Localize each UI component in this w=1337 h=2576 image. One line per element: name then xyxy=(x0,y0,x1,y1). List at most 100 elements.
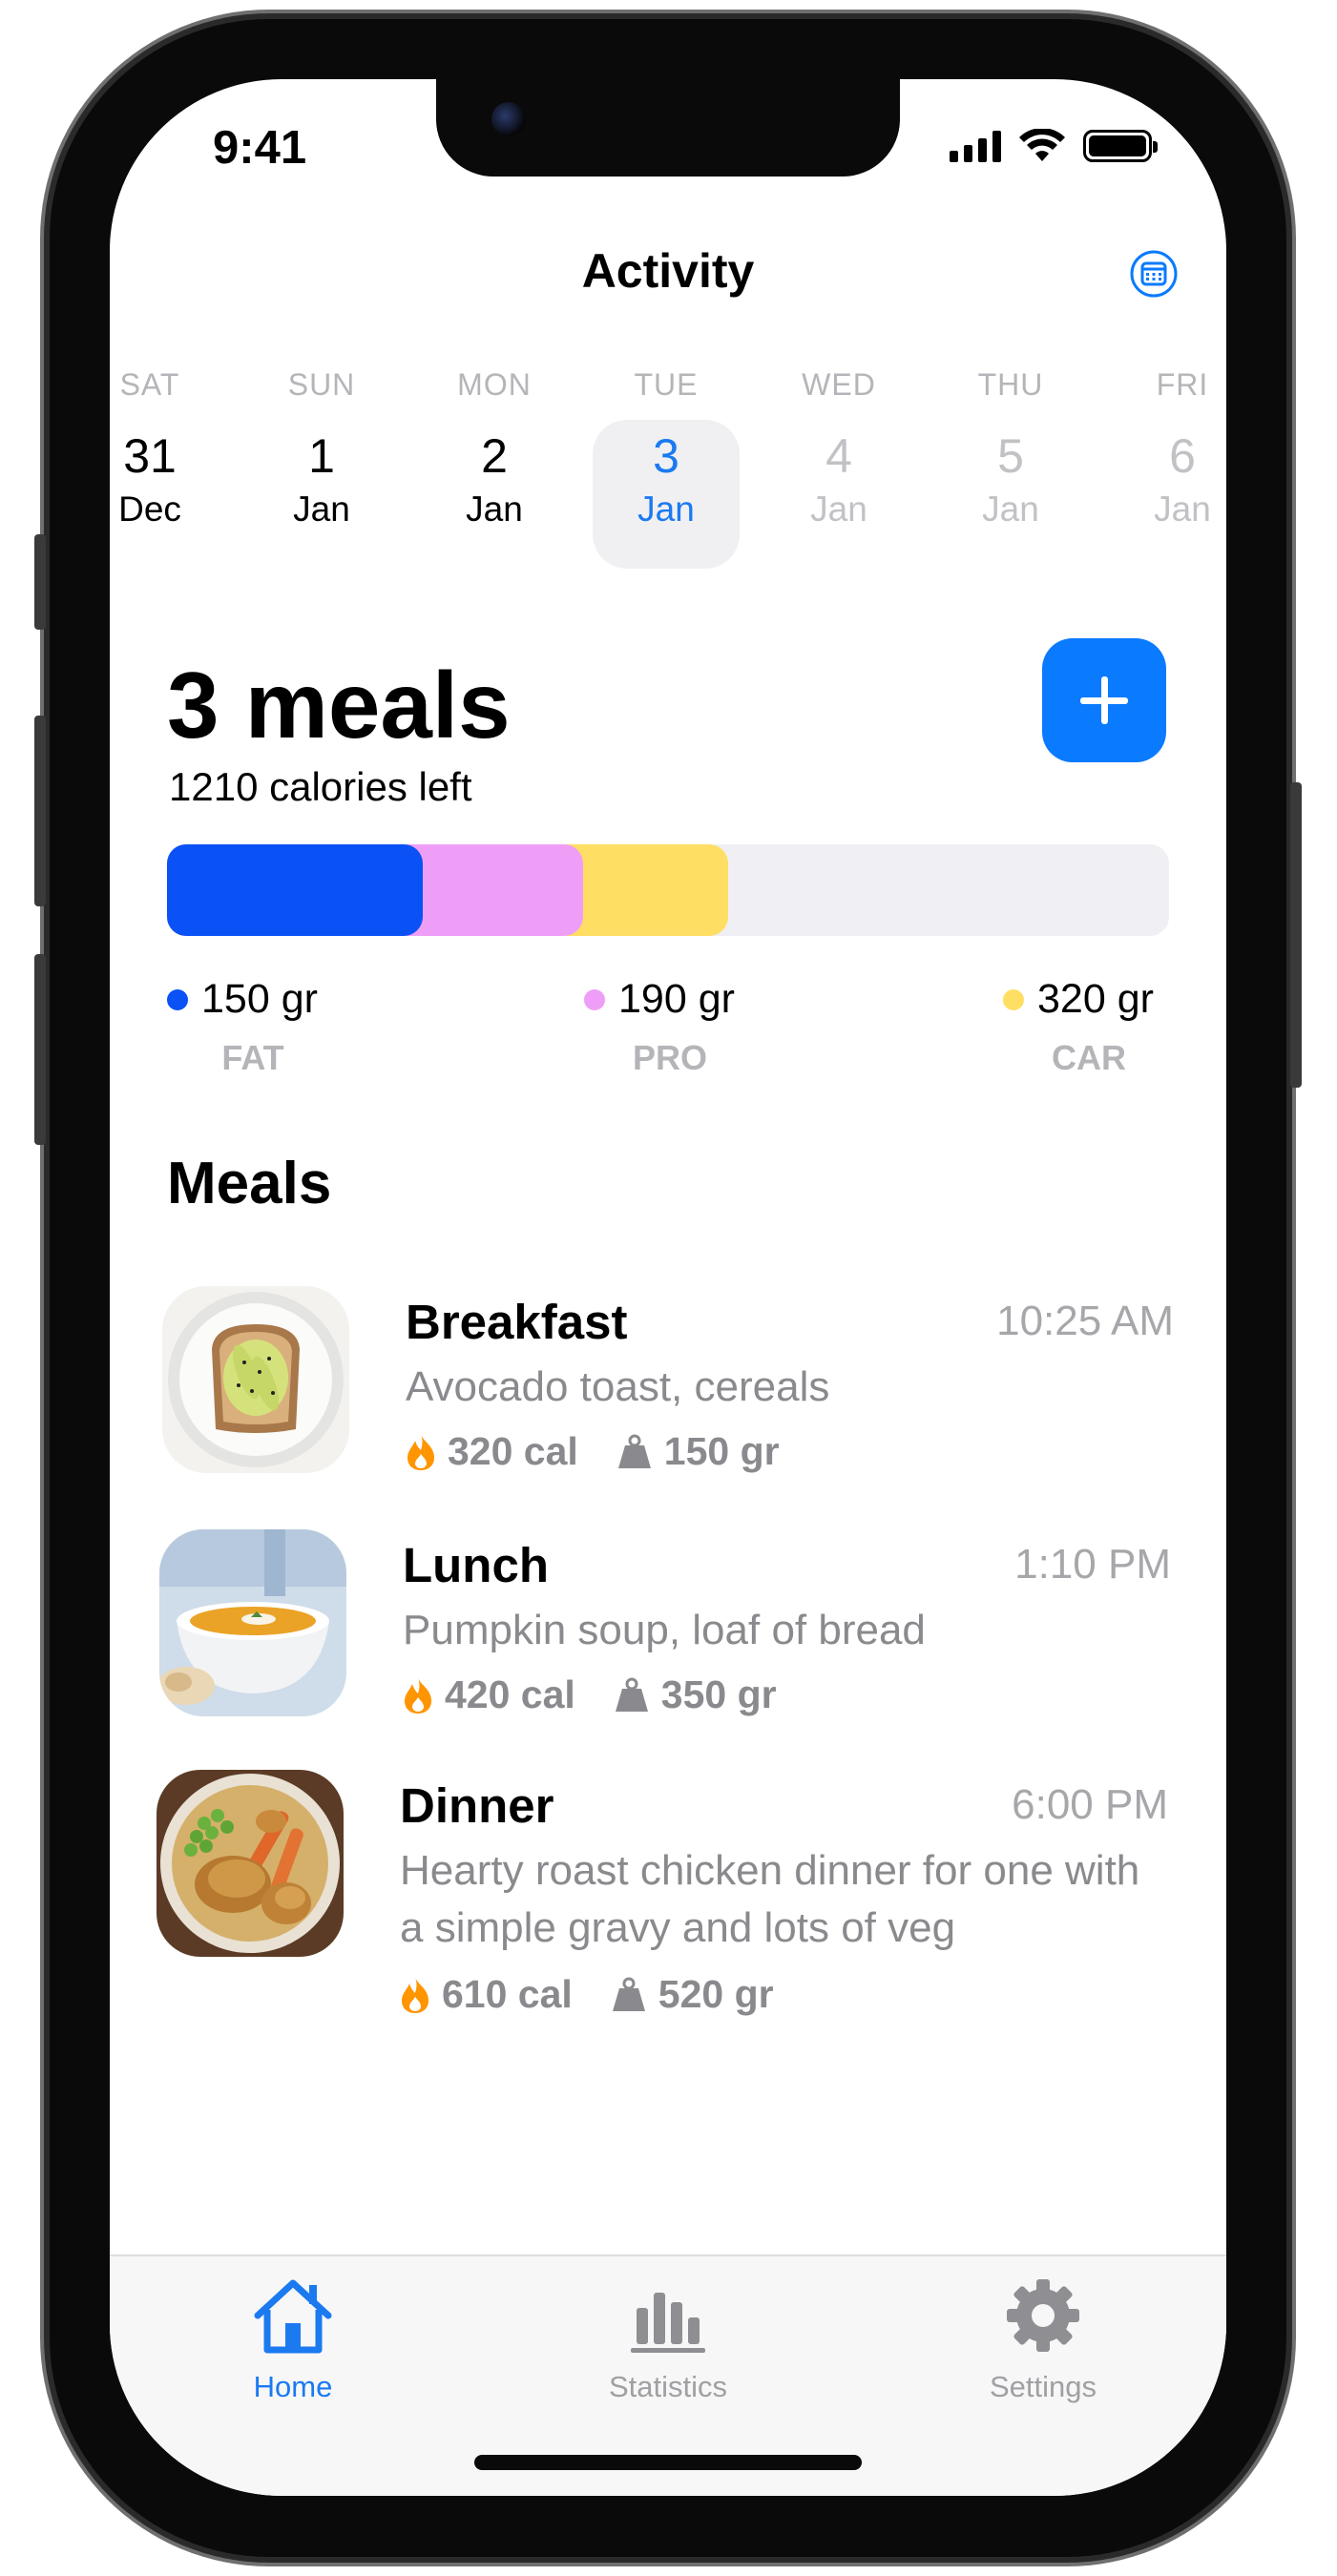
day-month: Jan xyxy=(637,489,695,529)
flame-icon xyxy=(405,1677,431,1714)
meal-breakfast[interactable]: Breakfast 10:25 AM Avocado toast, cereal… xyxy=(162,1286,1174,1515)
fat-dot xyxy=(167,988,188,1010)
protein-dot xyxy=(584,988,605,1010)
meal-lunch[interactable]: Lunch 1:10 PM Pumpkin soup, loaf of brea… xyxy=(159,1529,1171,1758)
meals-count: 3 meals xyxy=(167,653,511,758)
tab-home[interactable]: Home xyxy=(178,2275,407,2404)
day-of-week: SUN xyxy=(287,367,356,402)
day-of-week: FRI xyxy=(1156,367,1209,402)
flame-icon xyxy=(402,1977,428,2013)
day-number: 5 xyxy=(997,429,1024,483)
meal-calories: 320 cal xyxy=(448,1429,578,1473)
pumpkin-soup-photo xyxy=(159,1529,346,1716)
day-tue-selected[interactable]: TUE 3 Jan xyxy=(591,367,742,569)
weight-icon xyxy=(615,1677,648,1712)
macro-label: FAT xyxy=(221,1038,284,1077)
macro-value: 320 gr xyxy=(1037,976,1154,1022)
tab-label: Home xyxy=(253,2370,333,2403)
day-number: 3 xyxy=(653,429,679,483)
roast-chicken-photo xyxy=(157,1770,344,1957)
meal-stats: 420 cal 350 gr xyxy=(403,1672,815,1717)
calories-left: 1210 calories left xyxy=(169,764,472,809)
day-sun[interactable]: SUN 1 Jan xyxy=(246,367,397,529)
notch xyxy=(436,79,900,177)
macro-value: 190 gr xyxy=(618,976,735,1022)
tab-label: Statistics xyxy=(608,2370,728,2403)
macro-label: CAR xyxy=(1052,1038,1126,1077)
meal-name: Breakfast xyxy=(406,1295,628,1349)
day-number: 6 xyxy=(1169,429,1196,483)
house-icon xyxy=(254,2279,332,2354)
macro-label: PRO xyxy=(632,1038,707,1077)
meal-description: Avocado toast, cereals xyxy=(406,1363,830,1410)
bar-chart-icon xyxy=(631,2293,705,2353)
day-of-week: WED xyxy=(802,367,876,402)
meal-name: Lunch xyxy=(403,1538,549,1592)
day-number: 1 xyxy=(308,429,335,483)
avocado-toast-photo xyxy=(162,1286,349,1473)
day-of-week: SAT xyxy=(119,367,180,402)
day-number: 2 xyxy=(481,429,508,483)
meal-weight: 150 gr xyxy=(663,1429,780,1473)
mute-switch xyxy=(34,534,46,630)
status-time: 9:41 xyxy=(213,122,307,174)
meal-name: Dinner xyxy=(400,1778,554,1833)
home-indicator[interactable] xyxy=(474,2455,862,2470)
day-number: 31 xyxy=(123,429,177,483)
meal-stats: 320 cal 150 gr xyxy=(406,1429,818,1474)
add-meal-button[interactable] xyxy=(1042,638,1166,762)
power-button xyxy=(1290,782,1302,1088)
volume-up-button xyxy=(34,716,46,906)
meal-description: Hearty roast chicken dinner for one with… xyxy=(400,1847,1140,1951)
day-sat[interactable]: SAT 31 Dec xyxy=(110,367,225,529)
meal-time: 6:00 PM xyxy=(1012,1781,1168,1828)
day-month: Jan xyxy=(1154,489,1211,529)
flame-icon xyxy=(407,1434,434,1470)
day-month: Jan xyxy=(293,489,350,529)
page-title: Activity xyxy=(581,244,755,298)
meal-calories: 610 cal xyxy=(442,1972,573,2016)
status-icons xyxy=(950,129,1158,163)
meal-weight: 520 gr xyxy=(658,1972,774,2016)
day-of-week: MON xyxy=(457,367,532,402)
day-of-week: TUE xyxy=(634,367,699,402)
carbs-dot xyxy=(1003,988,1024,1010)
day-fri[interactable]: FRI 6 Jan xyxy=(1107,367,1226,529)
cellular-signal-icon xyxy=(950,130,1001,162)
macro-progress-bar xyxy=(167,844,1169,936)
fat-segment xyxy=(167,844,423,936)
weight-icon xyxy=(612,1977,645,2011)
meal-time: 1:10 PM xyxy=(1014,1541,1171,1588)
volume-down-button xyxy=(34,954,46,1145)
tab-settings[interactable]: Settings xyxy=(929,2275,1158,2404)
date-strip: SAT 31 Dec SUN 1 Jan MON 2 Jan TUE 3 Jan… xyxy=(110,367,1226,615)
day-month: Dec xyxy=(118,489,181,529)
day-month: Jan xyxy=(466,489,523,529)
meal-weight: 350 gr xyxy=(660,1672,777,1716)
tab-statistics[interactable]: Statistics xyxy=(554,2275,783,2404)
meals-heading: Meals xyxy=(167,1151,332,1216)
weight-icon xyxy=(617,1434,651,1468)
wifi-icon xyxy=(1019,129,1065,161)
meal-description: Pumpkin soup, loaf of bread xyxy=(403,1607,926,1653)
day-thu[interactable]: THU 5 Jan xyxy=(935,367,1086,529)
meal-stats: 610 cal 520 gr xyxy=(400,1972,812,2017)
calendar-icon[interactable] xyxy=(1129,249,1179,299)
tab-label: Settings xyxy=(989,2370,1097,2403)
meal-calories: 420 cal xyxy=(445,1672,575,1716)
macro-carbs: 320 gr CAR xyxy=(1003,976,1175,1078)
macro-fat: 150 gr FAT xyxy=(167,976,339,1078)
front-camera xyxy=(491,102,526,136)
day-number: 4 xyxy=(825,429,852,483)
gear-icon xyxy=(1007,2279,1079,2352)
macro-value: 150 gr xyxy=(201,976,318,1022)
day-of-week: THU xyxy=(977,367,1044,402)
screen: 9:41 Activity SAT 31 Dec SUN 1 Jan MON 2… xyxy=(110,79,1226,2496)
macro-protein: 190 gr PRO xyxy=(584,976,756,1078)
meal-dinner[interactable]: Dinner 6:00 PM Hearty roast chicken dinn… xyxy=(157,1770,1168,2016)
meal-time: 10:25 AM xyxy=(996,1298,1174,1344)
day-wed[interactable]: WED 4 Jan xyxy=(763,367,914,529)
day-mon[interactable]: MON 2 Jan xyxy=(419,367,570,529)
battery-icon xyxy=(1083,130,1158,162)
day-month: Jan xyxy=(982,489,1039,529)
